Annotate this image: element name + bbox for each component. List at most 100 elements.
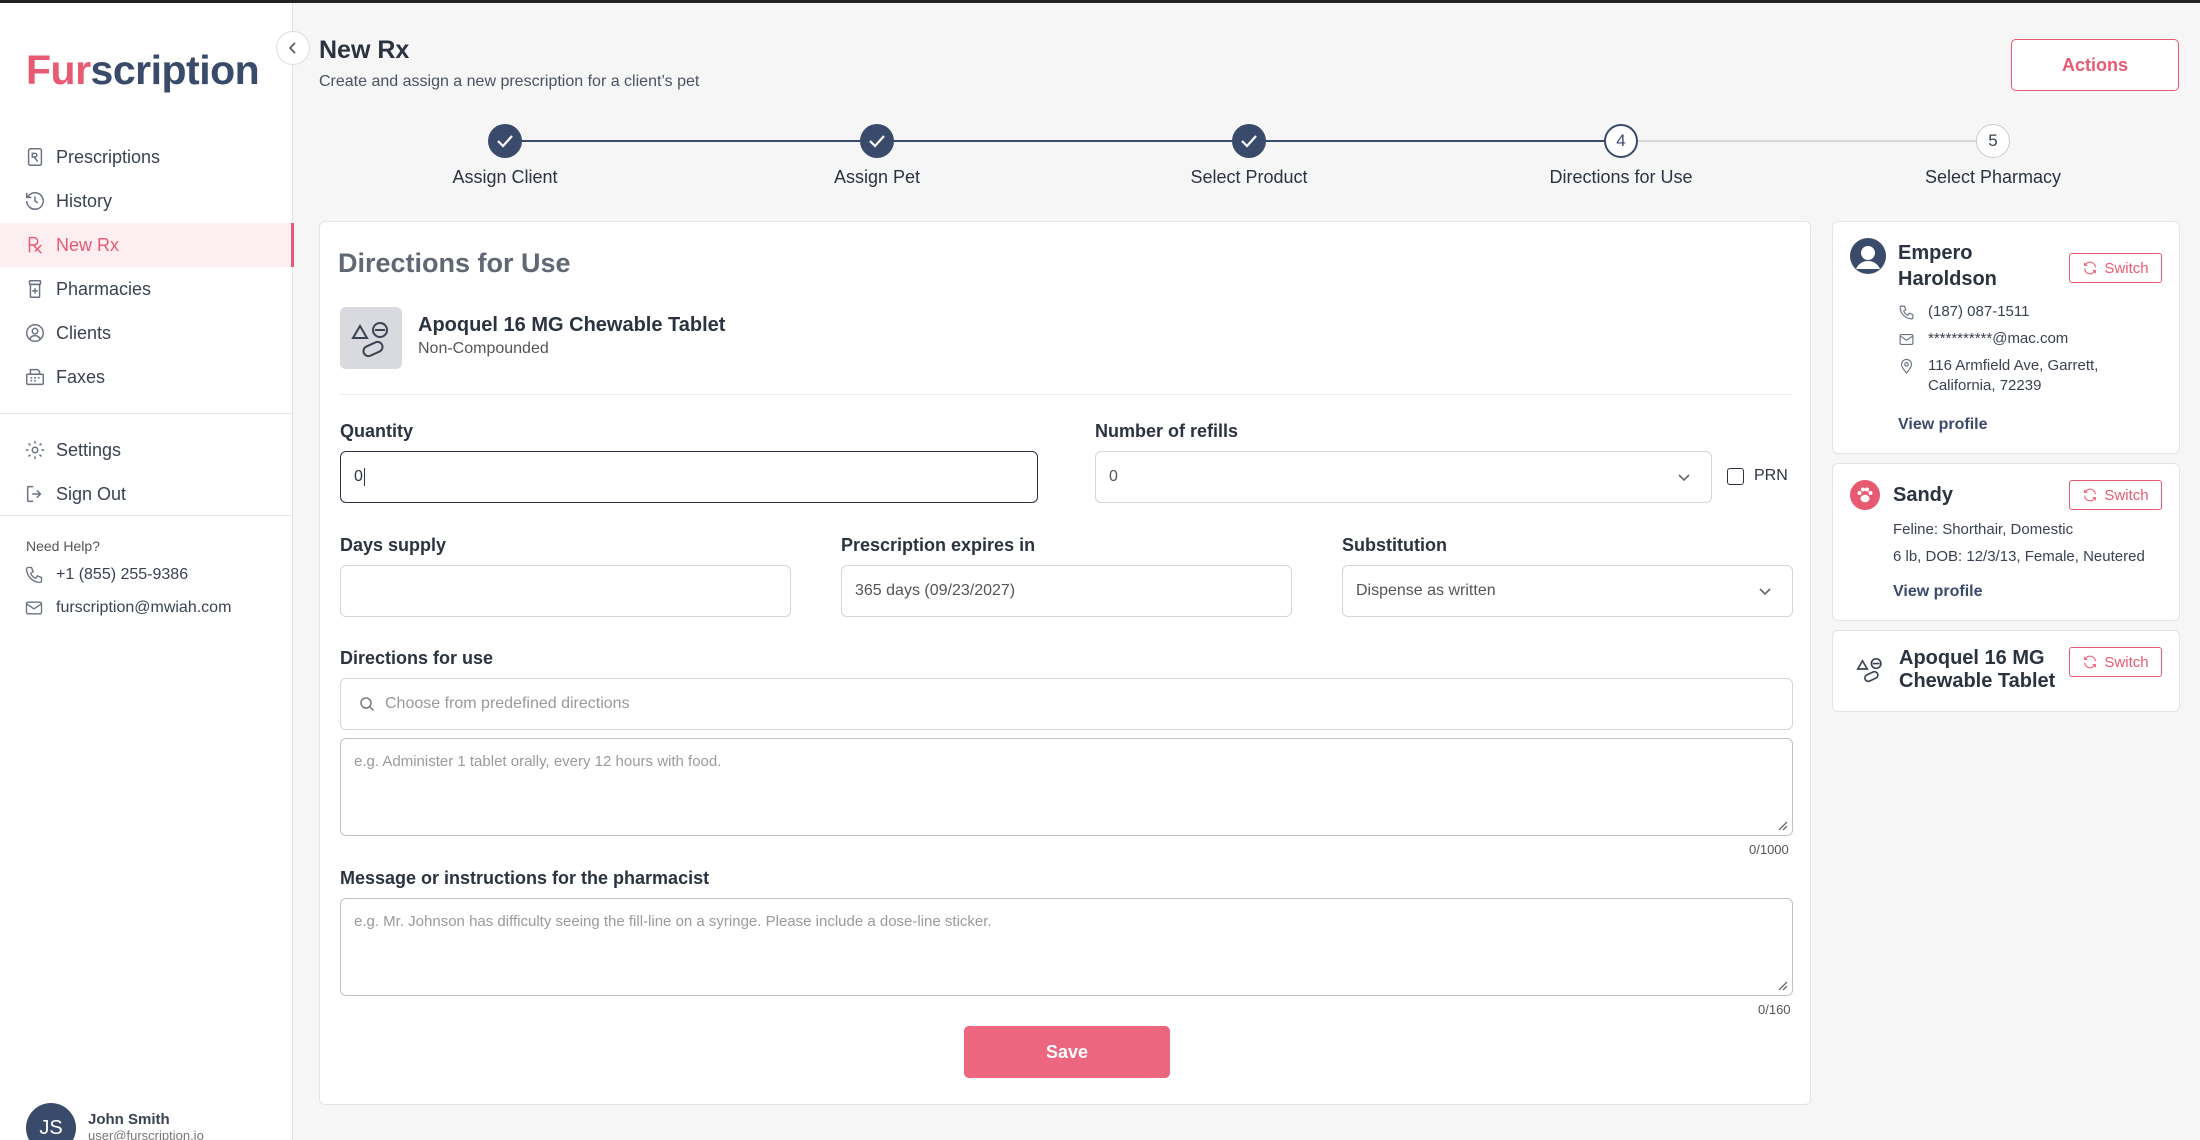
- pet-details: 6 lb, DOB: 12/3/13, Female, Neutered: [1893, 548, 2145, 565]
- sign-out-icon: [26, 485, 42, 503]
- user-email: user@furscription.io: [88, 1128, 204, 1140]
- sidebar-item-new-rx[interactable]: New Rx: [0, 223, 294, 267]
- collapse-sidebar-button[interactable]: [276, 31, 310, 65]
- product-card: Apoquel 16 MG Chewable Tablet Switch: [1832, 630, 2180, 712]
- step-assign-pet[interactable]: Assign Pet: [757, 124, 997, 188]
- step-number: 4: [1604, 124, 1638, 158]
- step-label: Directions for Use: [1549, 167, 1693, 187]
- nav-divider: [0, 413, 293, 414]
- product-type: Non-Compounded: [418, 340, 549, 357]
- sidebar-item-pharmacies[interactable]: Pharmacies: [0, 267, 293, 311]
- step-number: 5: [1976, 124, 2010, 158]
- user-name: John Smith: [88, 1111, 170, 1128]
- sidebar-item-sign-out[interactable]: Sign Out: [0, 472, 293, 516]
- message-counter: 0/160: [1758, 1002, 1791, 1017]
- mail-icon: [25, 601, 43, 615]
- sidebar-item-prescriptions[interactable]: Prescriptions: [0, 135, 293, 179]
- expires-label: Prescription expires in: [841, 535, 1036, 555]
- resize-handle-icon[interactable]: [1776, 979, 1788, 991]
- client-avatar-icon: [1850, 238, 1886, 274]
- save-button[interactable]: Save: [964, 1026, 1170, 1078]
- substitution-select[interactable]: Dispense as written: [1342, 565, 1793, 617]
- client-phone[interactable]: (187) 087-1511: [1898, 302, 2029, 322]
- refills-select[interactable]: 0: [1095, 451, 1712, 503]
- chevron-left-icon: [288, 42, 296, 54]
- help-email-text: furscription@mwiah.com: [56, 599, 232, 616]
- switch-client-button[interactable]: Switch: [2069, 253, 2162, 283]
- pharmacy-icon: [28, 280, 42, 298]
- step-assign-client[interactable]: Assign Client: [385, 124, 625, 188]
- switch-label: Switch: [2104, 259, 2149, 277]
- help-divider: [0, 515, 293, 516]
- days-supply-label: Days supply: [340, 535, 447, 555]
- sidebar-item-settings[interactable]: Settings: [0, 428, 293, 472]
- client-view-profile-link[interactable]: View profile: [1898, 416, 1988, 434]
- sidebar-item-clients[interactable]: Clients: [0, 311, 293, 355]
- help-phone[interactable]: +1 (855) 255-9386: [24, 565, 188, 585]
- fax-icon: [26, 368, 44, 386]
- step-label: Assign Pet: [833, 167, 921, 187]
- product-thumbnail: [340, 307, 402, 369]
- directions-textarea[interactable]: e.g. Administer 1 tablet orally, every 1…: [340, 738, 1793, 836]
- switch-pet-button[interactable]: Switch: [2069, 480, 2162, 510]
- sidebar-item-label: Prescriptions: [56, 146, 161, 167]
- switch-product-button[interactable]: Switch: [2069, 647, 2162, 677]
- directions-search-input[interactable]: Choose from predefined directions: [340, 678, 1793, 730]
- switch-label: Switch: [2104, 486, 2149, 504]
- client-email[interactable]: ***********@mac.com: [1898, 329, 2068, 349]
- brand-logo[interactable]: Furscription: [26, 47, 260, 94]
- pills-icon: [1856, 657, 1882, 683]
- page-subtitle: Create and assign a new prescription for…: [319, 73, 700, 90]
- substitution-value: Dispense as written: [1356, 582, 1496, 599]
- step-done-circle: [860, 124, 894, 158]
- avatar: JS: [26, 1103, 76, 1140]
- refresh-icon: [2084, 488, 2097, 502]
- brand-part2: scription: [90, 47, 260, 93]
- directions-search-placeholder: Choose from predefined directions: [385, 695, 630, 712]
- chevron-down-icon: [1678, 474, 1690, 482]
- directions-placeholder: e.g. Administer 1 tablet orally, every 1…: [354, 753, 722, 770]
- prn-label: PRN: [1754, 467, 1788, 484]
- quantity-input[interactable]: 0: [340, 451, 1038, 503]
- message-placeholder: e.g. Mr. Johnson has difficulty seeing t…: [354, 913, 992, 930]
- paw-icon: [1850, 480, 1880, 510]
- help-title: Need Help?: [26, 538, 100, 554]
- prn-checkbox[interactable]: PRN: [1727, 467, 1788, 485]
- pet-view-profile-link[interactable]: View profile: [1893, 583, 1983, 601]
- help-email[interactable]: furscription@mwiah.com: [24, 598, 231, 618]
- substitution-label: Substitution: [1342, 535, 1447, 555]
- step-label: Assign Client: [452, 167, 558, 187]
- user-profile[interactable]: JS John Smith user@furscription.io: [26, 1103, 204, 1140]
- location-pin-icon: [1900, 358, 1913, 374]
- expires-input[interactable]: 365 days (09/23/2027): [841, 565, 1292, 617]
- history-icon: [26, 192, 44, 210]
- refills-label: Number of refills: [1095, 421, 1239, 441]
- resize-handle-icon[interactable]: [1776, 819, 1788, 831]
- pet-name: Sandy: [1893, 484, 1954, 506]
- checkbox-box: [1727, 467, 1744, 485]
- expires-value: 365 days (09/23/2027): [855, 582, 1016, 599]
- actions-button[interactable]: Actions: [2011, 39, 2179, 91]
- days-supply-input[interactable]: [340, 565, 791, 617]
- gear-icon: [25, 440, 45, 460]
- rx-icon: [28, 236, 42, 254]
- client-address: 116 Armfield Ave, Garrett, California, 7…: [1898, 356, 2148, 396]
- step-select-product[interactable]: Select Product: [1129, 124, 1369, 188]
- phone-icon: [25, 566, 43, 584]
- sidebar-item-faxes[interactable]: Faxes: [0, 355, 293, 399]
- form-title: Directions for Use: [338, 248, 571, 278]
- pet-card: Sandy Switch Feline: Shorthair, Domestic…: [1832, 463, 2180, 621]
- search-icon: [360, 697, 375, 712]
- sidebar-item-label: Clients: [56, 322, 112, 343]
- sidebar-item-history[interactable]: History: [0, 179, 293, 223]
- refills-value: 0: [1109, 468, 1118, 485]
- switch-label: Switch: [2104, 653, 2149, 671]
- step-select-pharmacy[interactable]: 5 Select Pharmacy: [1873, 124, 2113, 188]
- message-textarea[interactable]: e.g. Mr. Johnson has difficulty seeing t…: [340, 898, 1793, 996]
- phone-icon: [1899, 305, 1914, 320]
- pet-breed: Feline: Shorthair, Domestic: [1893, 521, 2074, 538]
- sidebar-item-label: Settings: [56, 439, 122, 460]
- check-icon: [497, 135, 513, 148]
- mail-icon: [1899, 333, 1914, 346]
- step-directions-for-use[interactable]: 4 Directions for Use: [1501, 124, 1741, 188]
